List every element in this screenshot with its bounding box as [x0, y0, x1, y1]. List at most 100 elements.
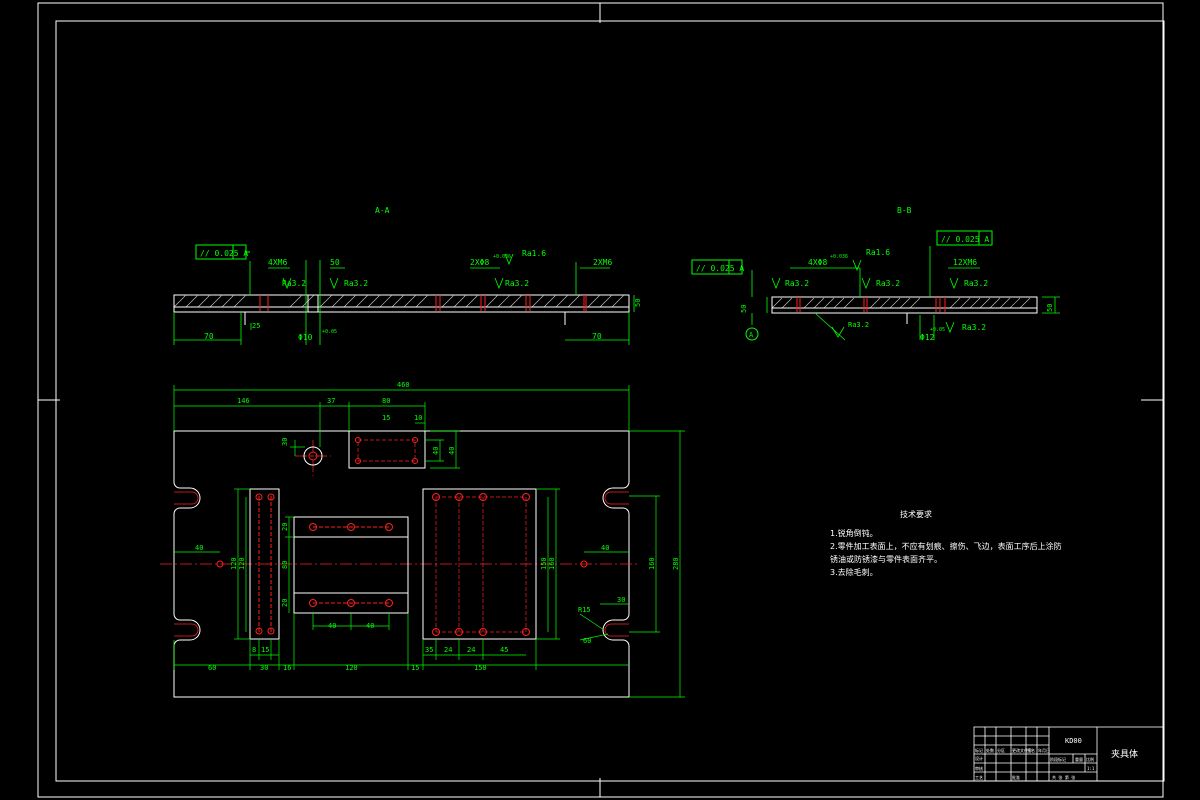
dim-120-left: 120: [230, 557, 238, 570]
title-r1c5: 签名: [1027, 747, 1035, 753]
title-r1c6: 年月日: [1038, 747, 1050, 753]
title-part-name: 夹具体: [1111, 748, 1138, 760]
dim-30: 30: [281, 438, 289, 446]
dim-bottom-45: 45: [500, 646, 508, 654]
dim-bottom-24a: 24: [444, 646, 452, 654]
section-b-ra3: Ra3.2: [876, 279, 900, 288]
section-b-ra1: Ra1.6: [866, 248, 890, 257]
dim-r15: R15: [578, 606, 591, 614]
sheet-border: [37, 2, 1165, 798]
section-b-ra6: Ra3.2: [962, 323, 986, 332]
section-b-4phi-fit: +0.036: [830, 254, 848, 260]
dim-160-far: 160: [648, 557, 656, 570]
title-review: 审核: [975, 765, 983, 771]
section-a-tolerance: // 0.025 A: [200, 249, 248, 258]
section-a-dim-dia: Φ10: [298, 333, 313, 342]
tech-line-4: 3.去除毛刺。: [830, 568, 878, 577]
dim-bottom-15b: 15: [411, 664, 419, 672]
dim-overall-width: 460: [397, 381, 410, 389]
title-approve: 批准: [1012, 774, 1020, 780]
title-r1c3: 分区: [997, 747, 1005, 753]
section-a-hatch: [173, 294, 625, 308]
section-b-dim-dia-tol: +0.05: [930, 327, 945, 333]
title-sheet: 共 张 第 张: [1052, 774, 1075, 780]
dim-40-outer: 40: [448, 447, 456, 455]
section-b-hatch: [771, 297, 1031, 309]
section-a-2phi-fit: +0.036: [493, 254, 511, 260]
section-b-dim-dia: Φ12: [920, 333, 935, 342]
dim-15: 15: [382, 414, 390, 422]
section-b-4phi: 4XΦ8: [808, 258, 827, 267]
tech-title: 技术要求: [900, 510, 932, 519]
section-b-thickness: 50: [1046, 304, 1054, 312]
dim-bottom-35: 35: [425, 646, 433, 654]
section-b-datum: A: [749, 331, 754, 339]
dim-bottom-24b: 24: [467, 646, 475, 654]
dim-146: 146: [237, 397, 250, 405]
dim-20-top: 20: [281, 523, 289, 531]
dim-10: 10: [414, 414, 422, 422]
dim-bottom-8: 8: [252, 646, 256, 654]
section-b-ra5: Ra3.2: [848, 321, 869, 329]
section-b-dim-left: 50: [740, 305, 748, 313]
dim-40-left: 40: [195, 544, 203, 552]
section-b-tolerance-1: // 0.025 A: [696, 264, 744, 273]
section-a-2m: 2XM6: [593, 258, 612, 267]
section-b-12m: 12XM6: [953, 258, 977, 267]
dim-bottom-150: 150: [474, 664, 487, 672]
dim-40-mid-1: 40: [328, 622, 336, 630]
tech-line-3: 锈油或防锈漆与零件表面齐平。: [830, 555, 942, 564]
dim-bottom-60: 60: [208, 664, 216, 672]
section-b-b: B-B A // 0.025 A // 0.025 A 4XΦ8 +0.036 …: [691, 206, 1060, 342]
dim-60-slot: 60: [583, 637, 591, 645]
section-a-title: A-A: [375, 206, 390, 215]
section-a-dim-dia-tol: +0.05: [322, 329, 337, 335]
title-design: 设计: [975, 755, 983, 761]
dim-40-vertical: 40: [432, 447, 440, 455]
section-a-dim-left: 70: [204, 332, 214, 341]
dim-160-right: 160: [548, 557, 556, 570]
dim-overall-height: 280: [672, 557, 680, 570]
cad-drawing: A-A // 0.025 A 4XM6 50 Ra3.2 Ra3.2 2XΦ8 …: [37, 2, 1165, 798]
title-craft: 工艺: [975, 775, 983, 780]
section-a-ra4: Ra3.2: [505, 279, 529, 288]
title-scale: 比例: [1086, 756, 1094, 762]
dim-37: 37: [327, 397, 335, 405]
dim-30-slot: 30: [617, 596, 625, 604]
section-a-ra3: Ra1.6: [522, 249, 546, 258]
dim-40-right: 40: [601, 544, 609, 552]
section-a-dim-right: 70: [592, 332, 602, 341]
dim-40-mid-2: 40: [366, 622, 374, 630]
section-a-depth: 50: [330, 258, 340, 267]
section-b-tolerance-2: // 0.025 A: [941, 235, 989, 244]
dim-150-right: 150: [540, 557, 548, 570]
section-a-a: A-A // 0.025 A 4XM6 50 Ra3.2 Ra3.2 2XΦ8 …: [173, 206, 642, 345]
section-b-ra4: Ra3.2: [964, 279, 988, 288]
title-stage: 阶段标记: [1050, 756, 1066, 762]
drawing-canvas: A-A // 0.025 A 4XM6 50 Ra3.2 Ra3.2 2XΦ8 …: [0, 0, 1200, 800]
section-a-4m: 4XM6: [268, 258, 287, 267]
section-b-title: B-B: [897, 206, 912, 215]
tech-line-2: 2.零件加工表面上，不应有划痕、擦伤、飞边，表面工序后上涂防: [830, 542, 1062, 551]
dim-bottom-15: 15: [261, 646, 269, 654]
section-a-ra2: Ra3.2: [344, 279, 368, 288]
title-scale-val: 1:1: [1087, 766, 1095, 771]
title-r1c2: 处数: [986, 747, 994, 753]
dim-bottom-16: 16: [283, 664, 291, 672]
technical-requirements: 技术要求 1.锐角倒钝。 2.零件加工表面上，不应有划痕、擦伤、飞边，表面工序后…: [830, 508, 1062, 579]
section-a-thickness: 50: [634, 299, 642, 307]
title-r1c1: 标记: [975, 747, 983, 753]
section-a-dim-mid: 25: [252, 322, 260, 330]
section-a-2phi: 2XΦ8: [470, 258, 489, 267]
dim-bottom-30: 30: [260, 664, 268, 672]
dim-20-bottom: 20: [281, 599, 289, 607]
section-a-ra1: Ra3.2: [282, 279, 306, 288]
tech-line-1: 1.锐角倒钝。: [830, 529, 878, 538]
dim-bottom-120: 120: [345, 664, 358, 672]
section-b-ra2: Ra3.2: [785, 279, 809, 288]
dim-80-mid: 80: [281, 561, 289, 569]
dim-120-inner: 120: [238, 557, 246, 570]
plan-view: 460 146 37 80 10 15 30 40 40 40 40 120 1…: [160, 381, 685, 698]
title-weight: 重量: [1075, 756, 1083, 762]
dim-80: 80: [382, 397, 390, 405]
